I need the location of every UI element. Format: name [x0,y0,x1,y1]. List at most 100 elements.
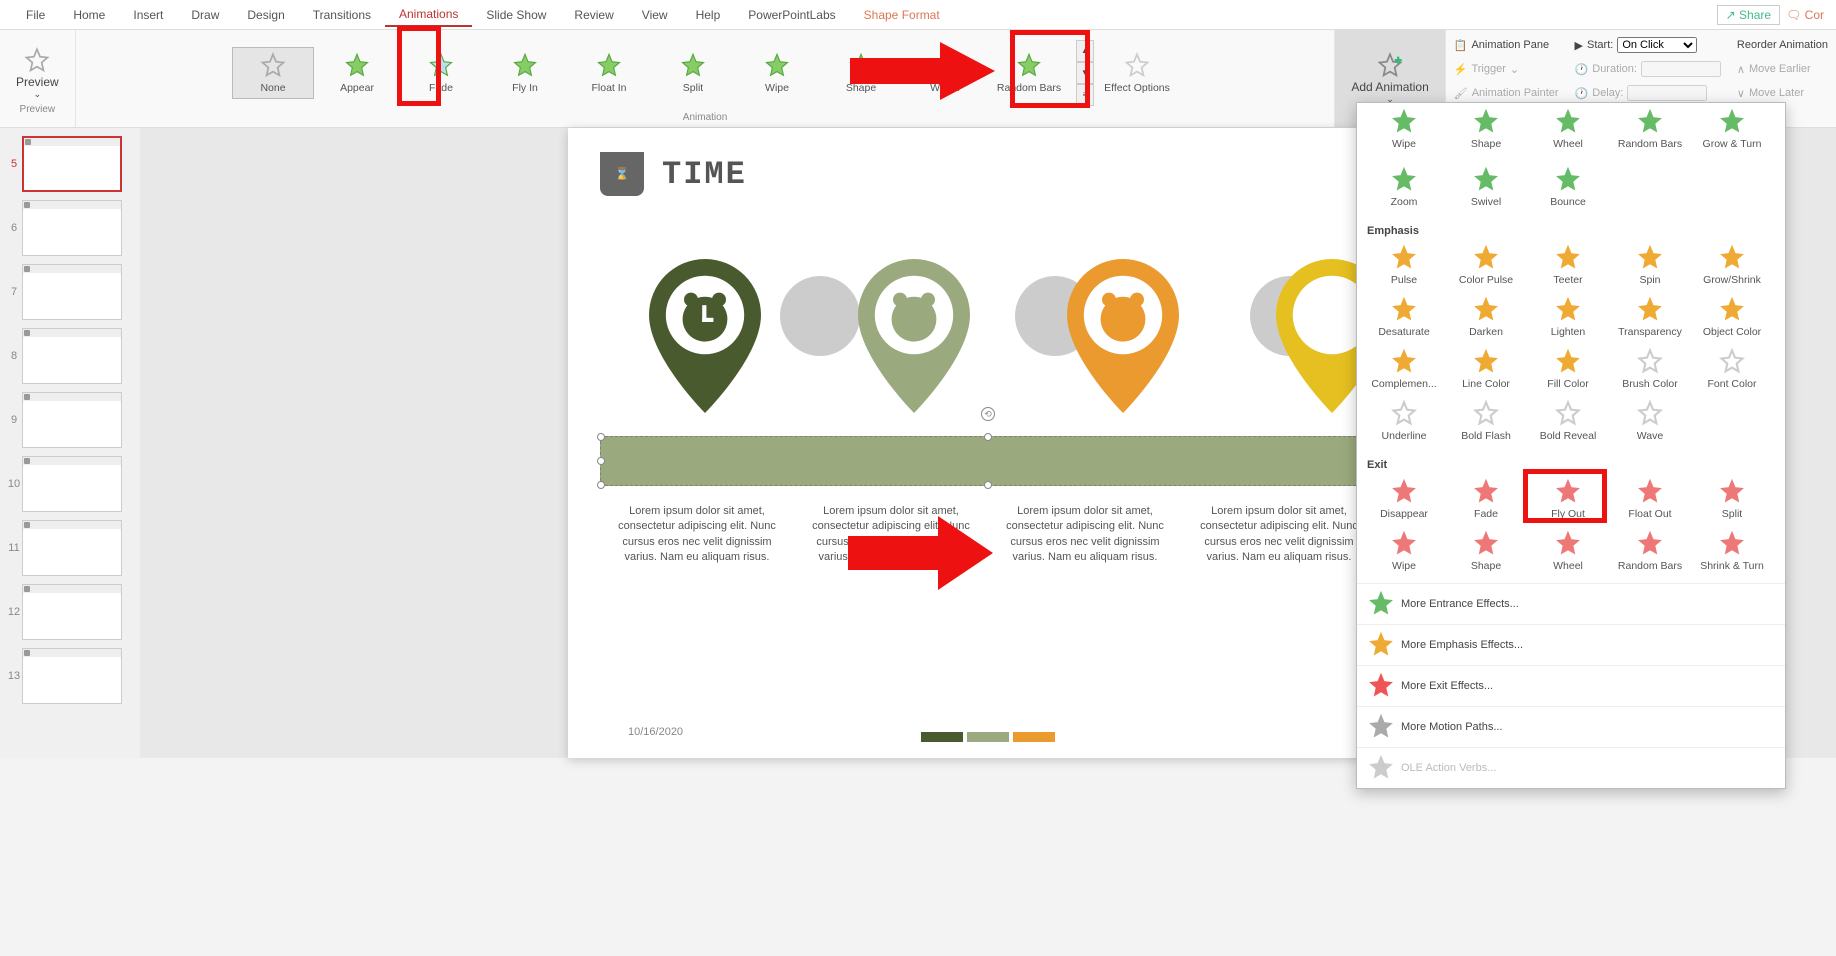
dd-more-0[interactable]: More Entrance Effects... [1357,583,1785,624]
add-animation-dropdown: WipeShapeWheelRandom BarsGrow & Turn Zoo… [1356,102,1786,789]
slide-thumb-11[interactable]: 11 [0,516,140,580]
anim-split[interactable]: Split [652,47,734,99]
slide-thumb-8[interactable]: 8 [0,324,140,388]
selected-bar-shape[interactable]: ⟲ [600,436,1376,486]
dd-lighten[interactable]: Lighten [1527,291,1609,343]
dd-zoom[interactable]: Zoom [1363,161,1445,213]
dd-bounce[interactable]: Bounce [1527,161,1609,213]
anim-appear[interactable]: Appear [316,47,398,99]
dd-shape[interactable]: Shape [1445,525,1527,577]
animation-pane-button[interactable]: 📋 Animation Pane [1454,34,1559,56]
lorem-text: Lorem ipsum dolor sit amet, consectetur … [607,504,787,566]
red-arrow-to-flyout [848,508,998,598]
dd-disappear[interactable]: Disappear [1363,473,1445,525]
anim-none[interactable]: None [232,47,314,99]
dd-object-color[interactable]: Object Color [1691,291,1773,343]
clock-icon: 🕐 [1575,87,1589,100]
dd-wheel[interactable]: Wheel [1527,525,1609,577]
dd-color-pulse[interactable]: Color Pulse [1445,239,1527,291]
dd-swivel[interactable]: Swivel [1445,161,1527,213]
dd-wheel[interactable]: Wheel [1527,103,1609,155]
start-select[interactable]: On Click [1617,37,1697,53]
dd-grow-shrink[interactable]: Grow/Shrink [1691,239,1773,291]
animation-painter-button[interactable]: 🖌 Animation Painter [1454,82,1559,104]
add-animation-label: Add Animation [1351,80,1428,94]
dd-shrink-turn[interactable]: Shrink & Turn [1691,525,1773,577]
dd-shape[interactable]: Shape [1445,103,1527,155]
dd-teeter[interactable]: Teeter [1527,239,1609,291]
slide-thumb-13[interactable]: 13 [0,644,140,708]
trigger-button[interactable]: ⚡ Trigger ⌄ [1454,58,1559,80]
dd-more-3[interactable]: More Motion Paths... [1357,706,1785,747]
duration-input[interactable] [1641,61,1721,77]
tab-review[interactable]: Review [560,4,627,26]
dd-fill-color[interactable]: Fill Color [1527,343,1609,395]
add-animation-button[interactable]: Add Animation ⌄ [1343,48,1436,109]
dd-complemen-[interactable]: Complemen... [1363,343,1445,395]
dd-more-2[interactable]: More Exit Effects... [1357,665,1785,706]
slide-thumb-5[interactable]: 5 [0,132,140,196]
menubar: File Home Insert Draw Design Transitions… [0,0,1836,30]
anim-floatin[interactable]: Float In [568,47,650,99]
slide-thumb-12[interactable]: 12 [0,580,140,644]
tab-shape-format[interactable]: Shape Format [850,4,954,26]
dd-random-bars[interactable]: Random Bars [1609,525,1691,577]
preview-group: Preview ⌄ Preview [0,30,76,127]
comments-button[interactable]: 🗨 Cor [1786,8,1824,22]
lorem-text: Lorem ipsum dolor sit amet, consectetur … [1189,504,1369,566]
slide-thumb-7[interactable]: 7 [0,260,140,324]
dd-more-1[interactable]: More Emphasis Effects... [1357,624,1785,665]
tab-transitions[interactable]: Transitions [299,4,385,26]
dd-wave[interactable]: Wave [1609,395,1691,447]
tab-powerpointlabs[interactable]: PowerPointLabs [734,4,849,26]
star-icon [343,52,371,80]
slide-thumb-6[interactable]: 6 [0,196,140,260]
dd-split[interactable]: Split [1691,473,1773,525]
tab-design[interactable]: Design [233,4,298,26]
dd-random-bars[interactable]: Random Bars [1609,103,1691,155]
tab-animations[interactable]: Animations [385,3,472,27]
pin-sage [844,251,984,421]
animation-gallery-group: None Appear Fade Fly In Float In Split W… [76,30,1336,127]
anim-flyin[interactable]: Fly In [484,47,566,99]
dd-wipe[interactable]: Wipe [1363,103,1445,155]
delay-input[interactable] [1627,85,1707,101]
tab-draw[interactable]: Draw [177,4,233,26]
dd-transparency[interactable]: Transparency [1609,291,1691,343]
dd-darken[interactable]: Darken [1445,291,1527,343]
tab-help[interactable]: Help [682,4,735,26]
tab-insert[interactable]: Insert [119,4,177,26]
dd-spin[interactable]: Spin [1609,239,1691,291]
anim-wipe[interactable]: Wipe [736,47,818,99]
slide-thumb-10[interactable]: 10 [0,452,140,516]
share-button[interactable]: ↗ Share [1717,5,1780,25]
dd-more-4[interactable]: OLE Action Verbs... [1357,747,1785,788]
dd-fade[interactable]: Fade [1445,473,1527,525]
dd-line-color[interactable]: Line Color [1445,343,1527,395]
dd-bold-flash[interactable]: Bold Flash [1445,395,1527,447]
tab-slideshow[interactable]: Slide Show [472,4,560,26]
effect-options[interactable]: Effect Options [1096,47,1178,99]
slide-thumb-9[interactable]: 9 [0,388,140,452]
dd-font-color[interactable]: Font Color [1691,343,1773,395]
tab-file[interactable]: File [12,4,59,26]
dd-brush-color[interactable]: Brush Color [1609,343,1691,395]
dd-desaturate[interactable]: Desaturate [1363,291,1445,343]
dd-underline[interactable]: Underline [1363,395,1445,447]
tab-view[interactable]: View [628,4,682,26]
move-earlier-button[interactable]: ∧ Move Earlier [1737,58,1828,80]
dd-float-out[interactable]: Float Out [1609,473,1691,525]
dd-wipe[interactable]: Wipe [1363,525,1445,577]
slide-thumbnails[interactable]: 5678910111213 [0,128,140,758]
pin-dark-green [635,251,775,421]
emphasis-section-label: Emphasis [1357,219,1785,239]
preview-group-label: Preview [20,104,56,115]
pin-orange [1053,251,1193,421]
dd-grow-turn[interactable]: Grow & Turn [1691,103,1773,155]
dd-pulse[interactable]: Pulse [1363,239,1445,291]
preview-button[interactable]: Preview ⌄ [8,43,67,104]
dd-bold-reveal[interactable]: Bold Reveal [1527,395,1609,447]
tab-home[interactable]: Home [59,4,119,26]
move-later-button[interactable]: ∨ Move Later [1737,82,1828,104]
reorder-label: Reorder Animation [1737,34,1828,56]
